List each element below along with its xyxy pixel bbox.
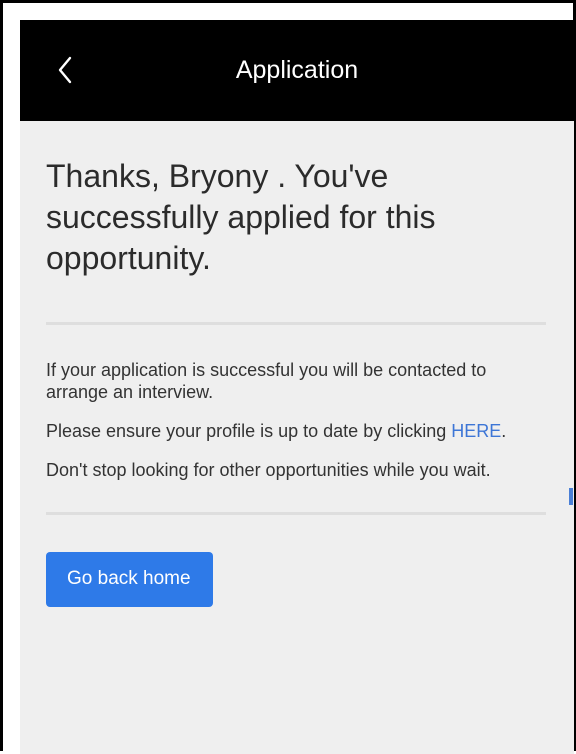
divider: [46, 322, 546, 325]
top-app-bar: Application: [20, 20, 574, 121]
profile-message-text: Please ensure your profile is up to date…: [46, 421, 452, 441]
page-title: Application: [235, 56, 359, 84]
keep-looking-message: Don't stop looking for other opportuniti…: [46, 460, 491, 480]
confirmation-content: Thanks, Bryony . You've successfully app…: [46, 156, 546, 607]
edge-marker: [569, 488, 573, 505]
profile-message: Please ensure your profile is up to date…: [46, 420, 546, 442]
app-screen: Application Thanks, Bryony . You've succ…: [20, 20, 574, 754]
confirmation-headline: Thanks, Bryony . You've successfully app…: [46, 158, 436, 276]
divider: [46, 512, 546, 515]
screenshot-frame: Application Thanks, Bryony . You've succ…: [0, 0, 576, 754]
profile-here-link[interactable]: HERE: [451, 421, 501, 441]
go-back-home-button[interactable]: Go back home: [46, 552, 213, 607]
profile-message-end: .: [501, 421, 507, 441]
interview-message: If your application is successful you wi…: [46, 360, 487, 402]
